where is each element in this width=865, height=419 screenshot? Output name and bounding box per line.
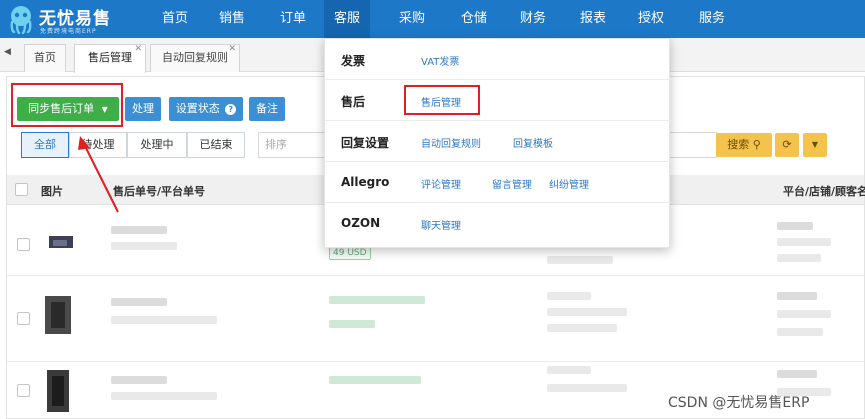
platform-number-redacted [111, 392, 217, 400]
brand-slogan: 免费跨境电商ERP [40, 28, 97, 35]
nav-item-customer-service[interactable]: 客服 [324, 0, 370, 38]
menu-link-dispute-management[interactable]: 纠纷管理 [549, 176, 589, 191]
tab-label: 首页 [34, 51, 56, 64]
nav-item-finance[interactable]: 财务 [513, 0, 553, 38]
price-redacted [329, 320, 375, 328]
search-button-label: 搜索 [727, 138, 750, 151]
menu-link-reply-templates[interactable]: 回复模板 [513, 135, 553, 150]
tab-auto-reply-rules[interactable]: 自动回复规则 ✕ [150, 44, 240, 72]
nav-item-services[interactable]: 服务 [692, 0, 732, 38]
nav-item-home[interactable]: 首页 [155, 0, 195, 38]
status-redacted [329, 296, 425, 304]
tab-after-sales[interactable]: 售后管理 ✕ [74, 44, 146, 73]
menu-group-reply-settings: 回复设置 自动回复规则 回复模板 [325, 121, 671, 162]
nav-item-orders[interactable]: 订单 [273, 0, 313, 38]
search-input[interactable] [669, 132, 717, 158]
sort-input[interactable]: 排序 [258, 132, 328, 158]
price-badge: 49 USD [329, 247, 371, 260]
info-redacted [547, 324, 617, 332]
menu-link-message-management[interactable]: 留言管理 [492, 176, 532, 191]
menu-group-ozon: OZON 聊天管理 [325, 203, 671, 244]
status-redacted [329, 376, 421, 384]
menu-group-title: OZON [341, 216, 381, 230]
highlight-box [404, 85, 480, 115]
row-checkbox[interactable] [17, 384, 30, 397]
store-redacted [777, 310, 831, 318]
column-header-image: 图片 [41, 185, 63, 198]
highlight-box [11, 83, 123, 127]
menu-group-invoice: 发票 VAT发票 [325, 39, 671, 80]
platform-number-redacted [111, 316, 217, 324]
column-header-order-number: 售后单号/平台单号 [113, 185, 206, 198]
nav-item-reports[interactable]: 报表 [573, 0, 613, 38]
menu-group-allegro: Allegro 评论管理 留言管理 纠纷管理 [325, 162, 671, 203]
order-number-redacted [111, 226, 167, 234]
nav-item-purchase[interactable]: 采购 [392, 0, 432, 38]
product-thumbnail [47, 370, 69, 412]
filter-pending[interactable]: 待处理 [69, 132, 127, 158]
menu-link-chat-management[interactable]: 聊天管理 [421, 217, 461, 232]
customer-redacted [777, 254, 821, 262]
process-button[interactable]: 处理 [125, 97, 161, 121]
menu-group-title: Allegro [341, 175, 390, 189]
menu-group-title: 回复设置 [341, 136, 390, 150]
filter-finished[interactable]: 已结束 [187, 132, 245, 158]
nav-item-sales[interactable]: 销售 [212, 0, 252, 38]
note-button[interactable]: 备注 [249, 97, 285, 121]
row-checkbox[interactable] [17, 238, 30, 251]
customer-redacted [777, 328, 823, 336]
search-icon: ⚲ [752, 138, 761, 151]
info-redacted [547, 366, 591, 374]
menu-group-title: 发票 [341, 54, 366, 68]
product-thumbnail [49, 236, 73, 248]
brand-logo[interactable]: 无忧易售 免费跨境电商ERP [6, 3, 146, 35]
octopus-logo-icon [10, 6, 32, 34]
watermark: CSDN @无忧易售ERP [668, 395, 810, 411]
tab-scroll-left-icon[interactable]: ◀ [4, 47, 14, 61]
table-row[interactable] [7, 276, 864, 362]
customer-service-dropdown-menu: 发票 VAT发票 售后 售后管理 回复设置 自动回复规则 回复模板 Allegr… [324, 38, 671, 248]
filter-all[interactable]: 全部 [21, 132, 69, 158]
menu-group-after-sales: 售后 售后管理 [325, 80, 671, 121]
tab-label: 自动回复规则 [162, 51, 228, 64]
info-redacted [547, 292, 591, 300]
platform-redacted [777, 292, 817, 300]
info-redacted [547, 256, 613, 264]
tab-home[interactable]: 首页 [24, 44, 66, 72]
search-button[interactable]: 搜索 ⚲ [716, 133, 772, 157]
menu-link-vat-invoice[interactable]: VAT发票 [421, 53, 459, 68]
set-status-button[interactable]: 设置状态 ? [169, 97, 243, 121]
product-thumbnail [45, 296, 71, 334]
set-status-label: 设置状态 [175, 102, 220, 115]
row-checkbox[interactable] [17, 312, 30, 325]
info-redacted [547, 384, 627, 392]
filter-processing[interactable]: 处理中 [127, 132, 187, 158]
chevron-down-icon[interactable]: ▼ [803, 133, 827, 157]
help-icon: ? [225, 103, 237, 115]
order-number-redacted [111, 298, 167, 306]
nav-item-warehouse[interactable]: 仓储 [454, 0, 494, 38]
top-navigation-bar: 无忧易售 免费跨境电商ERP 首页 销售 订单 客服 采购 仓储 财务 报表 授… [0, 0, 865, 38]
menu-link-auto-reply-rules[interactable]: 自动回复规则 [421, 135, 481, 150]
order-number-redacted [111, 376, 167, 384]
platform-redacted [777, 370, 817, 378]
select-all-checkbox[interactable] [15, 183, 28, 196]
menu-link-review-management[interactable]: 评论管理 [421, 176, 461, 191]
refresh-icon[interactable]: ⟳ [775, 133, 799, 157]
store-redacted [777, 238, 831, 246]
platform-number-redacted [111, 242, 177, 250]
info-redacted [547, 308, 627, 316]
column-header-platform-store-customer: 平台/店铺/顾客名 [783, 185, 865, 198]
close-icon[interactable]: ✕ [228, 43, 236, 55]
menu-group-title: 售后 [341, 95, 366, 109]
tab-label: 售后管理 [88, 51, 132, 64]
platform-redacted [777, 222, 813, 230]
nav-item-authorization[interactable]: 授权 [631, 0, 671, 38]
close-icon[interactable]: ✕ [134, 43, 142, 55]
